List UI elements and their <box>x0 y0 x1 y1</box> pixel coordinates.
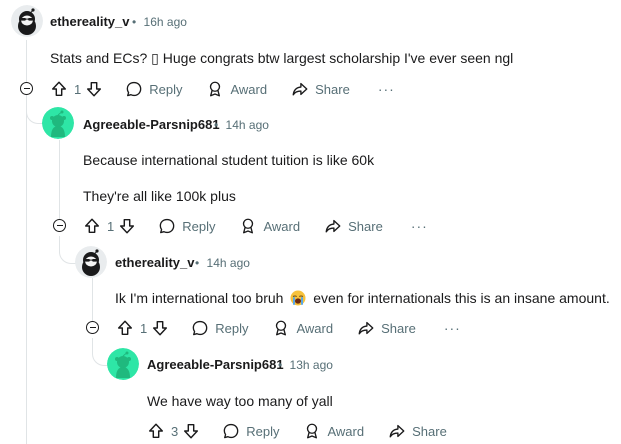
share-label: Share <box>381 320 416 336</box>
vote-count: 1 <box>107 218 115 234</box>
upvote-icon <box>83 217 101 235</box>
share-icon <box>324 217 342 235</box>
award-label: Award <box>263 218 301 234</box>
share-icon <box>291 80 309 98</box>
award-icon <box>239 217 257 235</box>
upvote-button[interactable] <box>83 217 101 235</box>
reply-icon <box>222 422 240 440</box>
loudly-crying-face-icon <box>290 290 306 306</box>
award-icon <box>303 422 321 440</box>
reply-label: Reply <box>215 320 249 336</box>
user-avatar-snoo-green[interactable] <box>107 348 139 380</box>
reply-icon <box>191 319 209 337</box>
comment-body: We have way too many of yall <box>147 393 333 409</box>
award-label: Award <box>296 320 334 336</box>
comment-text-part: Ik I'm international too bruh <box>115 290 284 306</box>
comment-meta: • 13h ago <box>278 358 333 372</box>
share-label: Share <box>315 81 350 97</box>
comment-time[interactable]: 14h ago <box>207 256 250 270</box>
thread-line-reply-2 <box>92 278 93 326</box>
downvote-icon <box>182 422 200 440</box>
comment-author[interactable]: ethereality_v <box>115 255 195 270</box>
downvote-button[interactable] <box>151 319 169 337</box>
downvote-button[interactable] <box>85 80 103 98</box>
thread-line-reply-1 <box>59 140 60 224</box>
comment-author[interactable]: ethereality_v <box>50 14 130 29</box>
reply-button[interactable]: Reply <box>191 319 248 337</box>
more-options-button[interactable]: ··· <box>444 320 461 336</box>
comment-action-bar: 1 Reply Award Share ··· <box>116 316 461 340</box>
award-label: Award <box>327 423 365 439</box>
award-label: Award <box>230 81 268 97</box>
reply-button[interactable]: Reply <box>158 217 215 235</box>
award-icon <box>206 80 224 98</box>
reply-icon <box>125 80 143 98</box>
award-button[interactable]: Award <box>303 422 364 440</box>
award-button[interactable]: Award <box>272 319 333 337</box>
reply-label: Reply <box>182 218 216 234</box>
downvote-button[interactable] <box>118 217 136 235</box>
upvote-icon <box>147 422 165 440</box>
comment-meta: • 16h ago <box>132 15 187 29</box>
separator-dot: • <box>214 118 219 132</box>
downvote-icon <box>85 80 103 98</box>
award-button[interactable]: Award <box>239 217 300 235</box>
comment-body-line: They're all like 100k plus <box>83 188 236 204</box>
reply-icon <box>158 217 176 235</box>
collapse-thread-button[interactable] <box>86 321 99 334</box>
reply-button[interactable]: Reply <box>222 422 279 440</box>
share-icon <box>388 422 406 440</box>
more-options-button[interactable]: ··· <box>378 81 395 97</box>
comment-time[interactable]: 14h ago <box>226 118 269 132</box>
upvote-button[interactable] <box>50 80 68 98</box>
more-options-button[interactable]: ··· <box>411 218 428 234</box>
comment-action-bar: 1 Reply Award Share ··· <box>83 214 428 238</box>
award-icon <box>272 319 290 337</box>
comment-body: Ik I'm international too bruh even for i… <box>115 290 610 306</box>
reply-label: Reply <box>149 81 183 97</box>
vote-count: 3 <box>171 423 179 439</box>
share-button[interactable]: Share <box>388 422 447 440</box>
upvote-icon <box>116 319 134 337</box>
comment-author[interactable]: Agreeable-Parsnip681 <box>147 357 284 372</box>
separator-dot: • <box>132 15 137 29</box>
share-label: Share <box>348 218 383 234</box>
comment-time[interactable]: 13h ago <box>290 358 333 372</box>
share-icon <box>357 319 375 337</box>
award-button[interactable]: Award <box>206 80 267 98</box>
separator-dot: • <box>278 358 283 372</box>
comment-time[interactable]: 16h ago <box>144 15 187 29</box>
upvote-icon <box>50 80 68 98</box>
collapse-thread-button[interactable] <box>53 219 66 232</box>
share-button[interactable]: Share <box>357 319 416 337</box>
comment-body-line: Because international student tuition is… <box>83 152 375 168</box>
downvote-icon <box>151 319 169 337</box>
vote-count: 1 <box>140 320 148 336</box>
comment-text-part: even for internationals this is an insan… <box>313 290 610 306</box>
upvote-button[interactable] <box>116 319 134 337</box>
comment-action-bar: 1 Reply Award Share ··· <box>50 77 395 101</box>
downvote-icon <box>118 217 136 235</box>
comment-action-bar: 3 Reply Award Share <box>147 419 447 443</box>
thread-elbow-reply-2 <box>59 236 76 264</box>
share-button[interactable]: Share <box>324 217 383 235</box>
user-avatar-sunglasses[interactable] <box>75 246 107 278</box>
comment-meta: • 14h ago <box>214 118 269 132</box>
collapse-thread-button[interactable] <box>20 82 33 95</box>
comment-author[interactable]: Agreeable-Parsnip681 <box>83 117 220 132</box>
comment-body: Stats and ECs? ▯ Huge congrats btw large… <box>50 50 514 66</box>
user-avatar-snoo-green[interactable] <box>42 107 74 139</box>
separator-dot: • <box>195 256 200 270</box>
comment-meta: • 14h ago <box>195 256 250 270</box>
upvote-button[interactable] <box>147 422 165 440</box>
user-avatar-sunglasses[interactable] <box>11 5 43 37</box>
vote-count: 1 <box>74 81 82 97</box>
downvote-button[interactable] <box>182 422 200 440</box>
thread-elbow-reply-1 <box>26 96 43 124</box>
reply-label: Reply <box>246 423 280 439</box>
reply-button[interactable]: Reply <box>125 80 182 98</box>
share-button[interactable]: Share <box>291 80 350 98</box>
share-label: Share <box>412 423 447 439</box>
